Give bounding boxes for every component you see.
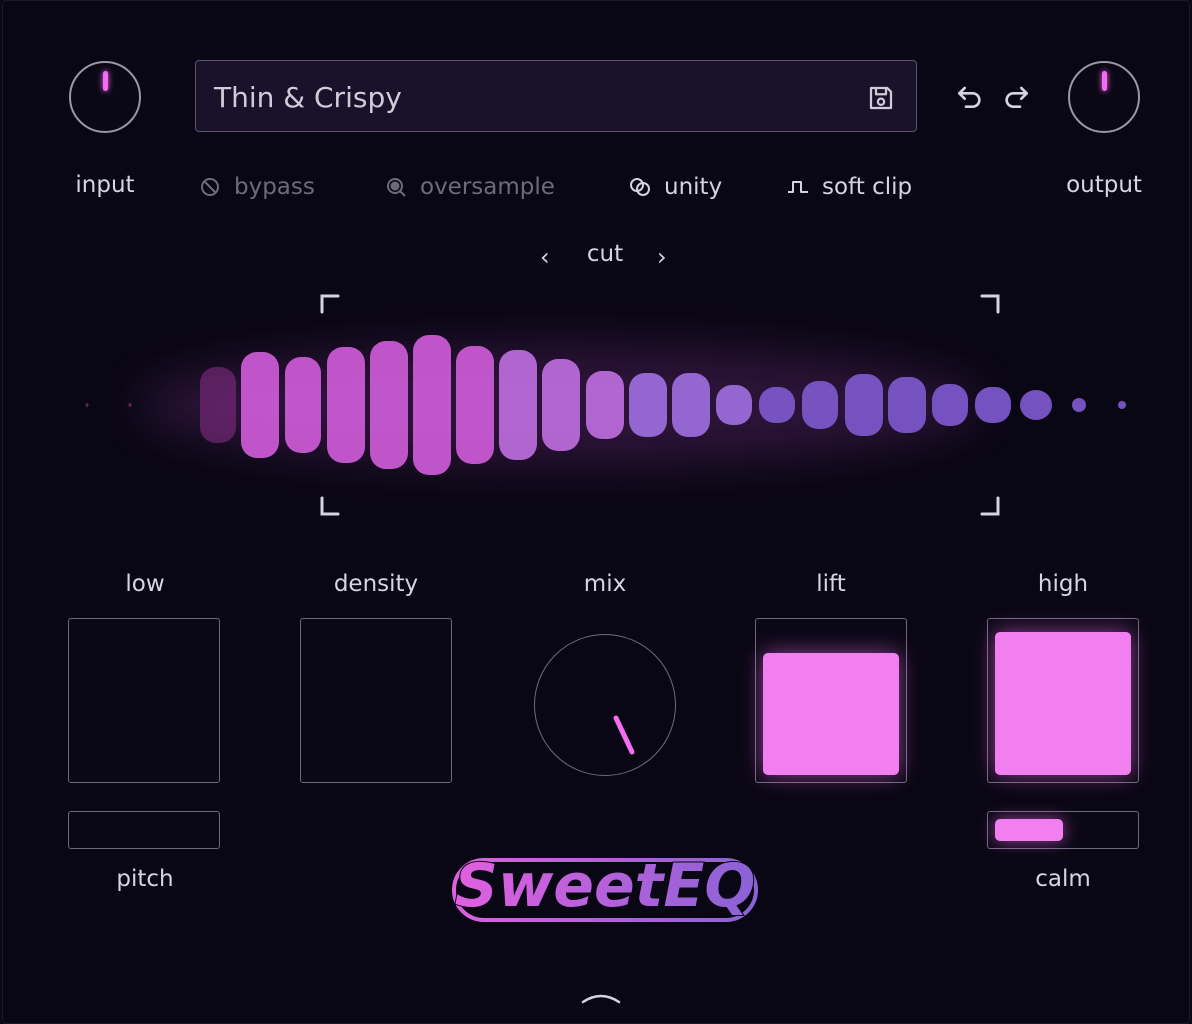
soft-clip-toggle[interactable]: soft clip [786, 172, 912, 202]
eq-bar [759, 387, 795, 423]
preset-field[interactable]: Thin & Crispy [195, 60, 917, 132]
output-knob[interactable] [1068, 61, 1140, 133]
logo-text: SweetEQ [455, 851, 756, 921]
calm-slider-fill [995, 819, 1063, 841]
pitch-slider[interactable] [68, 811, 220, 849]
oversample-label: oversample [420, 174, 555, 200]
unity-label: unity [664, 174, 723, 200]
mix-knob-indicator [613, 715, 634, 754]
mode-label: cut [586, 241, 624, 267]
eq-bar [285, 357, 321, 453]
calm-label: calm [1035, 866, 1091, 892]
bypass-icon [201, 178, 219, 196]
soft-clip-label: soft clip [822, 174, 913, 200]
soft-clip-icon [788, 181, 808, 193]
eq-bar [1118, 401, 1126, 409]
oversample-toggle[interactable]: oversample [384, 172, 555, 202]
high-label: high [1037, 571, 1089, 597]
oversample-icon [387, 178, 406, 197]
high-pad[interactable] [987, 618, 1139, 783]
eq-bar [241, 352, 279, 458]
eq-bar [1020, 390, 1052, 420]
low-pad[interactable] [68, 618, 220, 783]
preset-name: Thin & Crispy [214, 81, 402, 114]
eq-bar [1072, 398, 1086, 412]
eq-bar [845, 374, 883, 436]
bypass-toggle[interactable]: bypass [198, 172, 315, 202]
input-label: input [75, 172, 135, 198]
expand-panel-icon[interactable] [581, 990, 621, 1006]
eq-bar [975, 387, 1011, 423]
unity-icon [630, 178, 650, 196]
eq-bar [932, 384, 968, 426]
eq-bar [542, 359, 580, 451]
eq-bar [716, 385, 752, 425]
eq-bar [85, 403, 89, 407]
eq-bar [456, 346, 494, 464]
eq-bar [200, 367, 236, 443]
redo-icon[interactable] [1000, 80, 1032, 112]
density-pad[interactable] [300, 618, 452, 783]
lift-pad[interactable] [755, 618, 907, 783]
eq-bar [802, 381, 838, 429]
input-knob-indicator [102, 71, 108, 91]
eq-bar [370, 341, 408, 469]
low-label: low [125, 571, 165, 597]
pitch-label: pitch [116, 866, 174, 892]
lift-label: lift [816, 571, 846, 597]
eq-bar [327, 347, 365, 463]
calm-slider[interactable] [987, 811, 1139, 849]
mode-next-button[interactable]: › [657, 243, 667, 271]
eq-bar [413, 335, 451, 475]
undo-icon[interactable] [954, 80, 986, 112]
eq-bar [629, 373, 667, 437]
lift-pad-fill [763, 652, 899, 775]
eq-visualizer[interactable] [0, 280, 1192, 530]
mix-knob[interactable] [534, 634, 676, 776]
save-icon[interactable] [866, 83, 896, 113]
mix-label: mix [583, 571, 627, 597]
bypass-label: bypass [234, 174, 315, 200]
eq-bar [128, 403, 132, 407]
input-knob[interactable] [69, 61, 141, 133]
unity-toggle[interactable]: unity [628, 172, 722, 202]
eq-bar [888, 377, 926, 433]
eq-bar [672, 373, 710, 437]
sweeteq-logo: SweetEQ [452, 850, 758, 922]
eq-bar [499, 350, 537, 460]
output-label: output [1066, 172, 1142, 198]
output-knob-indicator [1101, 71, 1107, 91]
density-label: density [333, 571, 419, 597]
eq-bar [586, 371, 624, 439]
high-pad-fill [995, 631, 1131, 775]
mode-prev-button[interactable]: ‹ [540, 243, 550, 271]
